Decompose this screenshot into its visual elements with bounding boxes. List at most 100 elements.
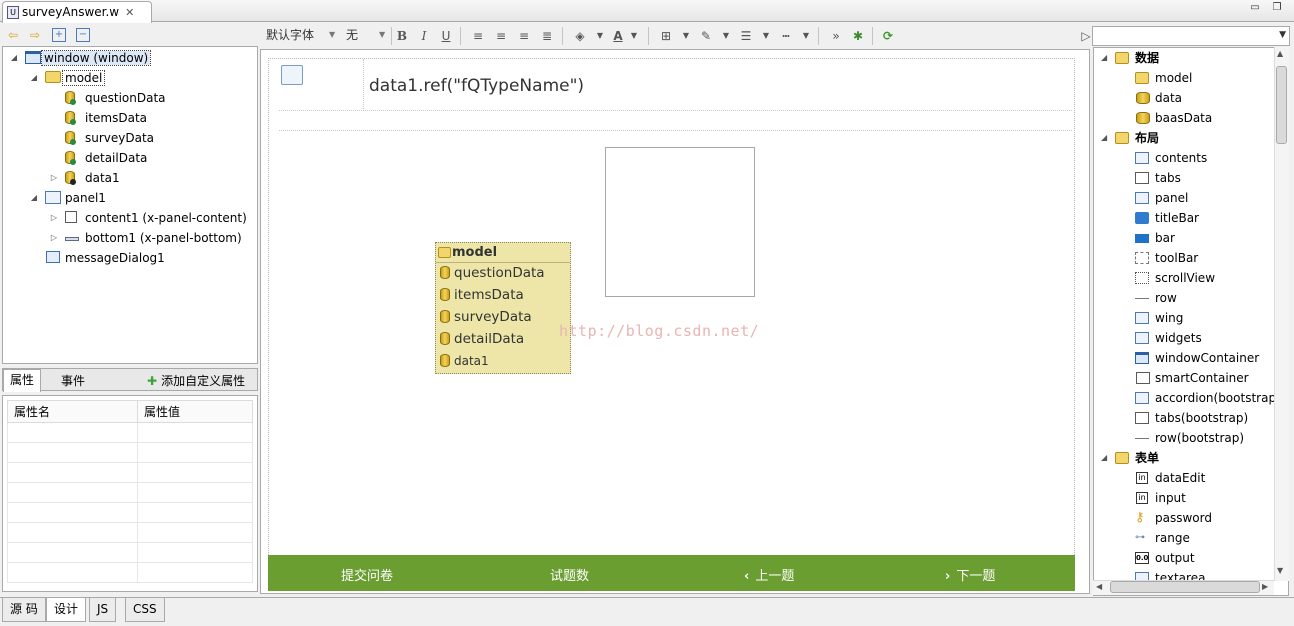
- forward-arrow-icon[interactable]: ⇨: [28, 28, 42, 42]
- font-size-select[interactable]: 无 ▼: [343, 26, 389, 46]
- tree-item-content1[interactable]: ▷ content1 (x-panel-content): [3, 208, 257, 228]
- justify-icon[interactable]: ≣: [539, 28, 555, 44]
- font-color-icon[interactable]: A: [610, 28, 626, 44]
- tree-item-questiondata[interactable]: questionData: [3, 88, 257, 108]
- title-row[interactable]: data1.ref("fQTypeName"): [279, 59, 1072, 111]
- tab-design[interactable]: 设计: [46, 598, 87, 622]
- model-item-questiondata[interactable]: questionData: [438, 263, 545, 283]
- table-row[interactable]: [7, 502, 253, 523]
- bound-expression-text[interactable]: data1.ref("fQTypeName"): [369, 76, 584, 96]
- tree-item-messagedialog1[interactable]: messageDialog1: [3, 248, 257, 268]
- expanded-twisty-icon[interactable]: ◢: [9, 48, 19, 68]
- palette-hscroll-thumb[interactable]: [1110, 581, 1260, 593]
- tab-properties[interactable]: 属性: [3, 369, 42, 392]
- tab-events[interactable]: 事件: [55, 371, 91, 391]
- tree-item-itemsdata[interactable]: itemsData: [3, 108, 257, 128]
- table-row[interactable]: [7, 482, 253, 503]
- next-question-button[interactable]: › 下一题: [945, 565, 995, 584]
- dropdown-arrow-icon[interactable]: ▼: [626, 28, 642, 44]
- model-item-detaildata[interactable]: detailData: [438, 329, 524, 349]
- fill-color-icon[interactable]: ◈: [572, 28, 588, 44]
- expanded-twisty-icon[interactable]: ◢: [29, 188, 39, 208]
- model-box-header[interactable]: model: [436, 243, 570, 263]
- italic-icon[interactable]: I: [416, 28, 432, 44]
- submit-survey-button[interactable]: 提交问卷: [341, 565, 393, 584]
- palette-scroll-thumb[interactable]: [1276, 66, 1287, 144]
- dropdown-arrow-icon[interactable]: ▼: [592, 28, 608, 44]
- tree-item-model[interactable]: ◢ model: [3, 68, 257, 88]
- refresh-icon[interactable]: ⟳: [880, 28, 896, 44]
- model-item-surveydata[interactable]: surveyData: [438, 307, 532, 327]
- tree-item-bottom1[interactable]: ▷ bottom1 (x-panel-bottom): [3, 228, 257, 248]
- tab-css[interactable]: CSS: [125, 598, 165, 622]
- close-icon[interactable]: ✕: [125, 6, 134, 19]
- tree-item-window[interactable]: ◢ window (window): [3, 48, 257, 68]
- model-item-label: questionData: [454, 265, 545, 281]
- collapsed-twisty-icon[interactable]: ▷: [49, 228, 59, 248]
- align-left-icon[interactable]: ≡: [470, 28, 486, 44]
- folder-icon: [1115, 52, 1129, 64]
- align-right-icon[interactable]: ≡: [516, 28, 532, 44]
- palette-item-label: bar: [1155, 231, 1175, 245]
- collapsed-twisty-icon[interactable]: ▷: [49, 168, 59, 188]
- add-custom-property-button[interactable]: ✚ 添加自定义属性: [141, 371, 251, 391]
- properties-table: 属性名 属性值: [7, 400, 253, 583]
- properties-grid: 属性名 属性值: [2, 395, 258, 592]
- table-row[interactable]: [7, 462, 253, 483]
- tab-js[interactable]: JS: [89, 598, 117, 622]
- table-row[interactable]: [7, 442, 253, 463]
- tabs-icon: [1135, 172, 1149, 184]
- data-icon: [65, 91, 76, 105]
- palette-item-label: wing: [1155, 311, 1184, 325]
- tree-item-surveydata[interactable]: surveyData: [3, 128, 257, 148]
- editor-tab-surveyanswer[interactable]: UsurveyAnswer.w ✕: [2, 1, 152, 23]
- minimize-icon[interactable]: ▭: [1248, 2, 1262, 14]
- border-grid-icon[interactable]: ⊞: [658, 28, 674, 44]
- dropdown-arrow-icon[interactable]: ▼: [758, 28, 774, 44]
- dropdown-arrow-icon[interactable]: ▼: [798, 28, 814, 44]
- scroll-down-icon[interactable]: ▼: [1277, 566, 1283, 575]
- debug-bug-icon[interactable]: ✱: [850, 28, 866, 44]
- model-item-itemsdata[interactable]: itemsData: [438, 285, 524, 305]
- collapse-all-icon[interactable]: −: [76, 28, 90, 42]
- table-row[interactable]: [7, 422, 253, 443]
- back-arrow-icon[interactable]: ⇦: [6, 28, 20, 42]
- data-icon: [440, 310, 450, 323]
- tree-item-detaildata[interactable]: detailData: [3, 148, 257, 168]
- dropdown-arrow-icon[interactable]: ▼: [678, 28, 694, 44]
- font-family-select[interactable]: 默认字体 ▼: [263, 26, 339, 46]
- tab-source[interactable]: 源 码: [2, 598, 46, 622]
- bottom-action-bar[interactable]: 提交问卷 试题数 ‹ 上一题 › 下一题: [268, 555, 1075, 591]
- palette-filter-select[interactable]: ▼: [1092, 26, 1290, 46]
- scroll-right-icon[interactable]: ▶: [1262, 582, 1268, 591]
- prev-question-button[interactable]: ‹ 上一题: [744, 565, 794, 584]
- palette-item-label: panel: [1155, 191, 1189, 205]
- more-icon[interactable]: »: [828, 28, 844, 44]
- image-placeholder[interactable]: [605, 147, 755, 297]
- table-row[interactable]: [7, 522, 253, 543]
- restore-icon[interactable]: ❐: [1270, 2, 1284, 14]
- empty-row[interactable]: [279, 113, 1072, 131]
- wing-icon: [1135, 312, 1149, 324]
- table-row[interactable]: [7, 562, 253, 583]
- border-color-icon[interactable]: ✎: [698, 28, 714, 44]
- underline-icon[interactable]: U: [438, 28, 454, 44]
- align-center-icon[interactable]: ≡: [493, 28, 509, 44]
- scroll-up-icon[interactable]: ▲: [1277, 49, 1283, 58]
- font-family-value: 默认字体: [266, 28, 315, 42]
- bold-icon[interactable]: B: [394, 28, 410, 44]
- tree-item-panel1[interactable]: ◢ panel1: [3, 188, 257, 208]
- border-style-icon[interactable]: ┅: [778, 28, 794, 44]
- collapsed-twisty-icon[interactable]: ▷: [49, 208, 59, 228]
- expanded-twisty-icon[interactable]: ◢: [29, 68, 39, 88]
- column-header-property-value: 属性值: [137, 400, 253, 423]
- model-component-box[interactable]: model questionData itemsData surveyData …: [435, 242, 571, 374]
- model-item-data1[interactable]: data1: [438, 351, 489, 371]
- table-row[interactable]: [7, 542, 253, 563]
- design-canvas[interactable]: data1.ref("fQTypeName") model questionDa…: [260, 49, 1090, 594]
- border-width-icon[interactable]: ☰: [738, 28, 754, 44]
- scroll-left-icon[interactable]: ◀: [1096, 582, 1102, 591]
- tree-item-data1[interactable]: ▷ data1: [3, 168, 257, 188]
- expand-all-icon[interactable]: +: [52, 28, 66, 42]
- dropdown-arrow-icon[interactable]: ▼: [718, 28, 734, 44]
